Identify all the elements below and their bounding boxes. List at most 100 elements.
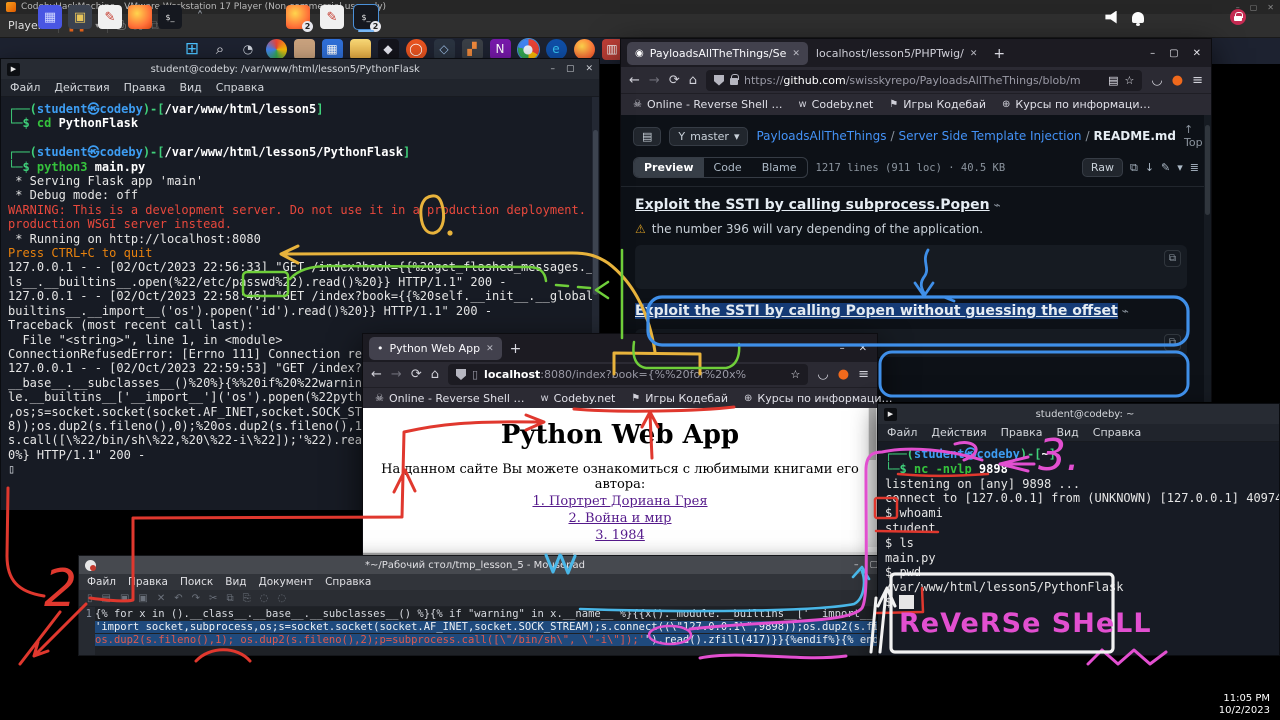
menu-item[interactable]: Документ [259, 576, 314, 588]
chrome-icon[interactable]: ● [518, 39, 539, 60]
close-doc-icon[interactable]: ✕ [157, 593, 165, 604]
colorwheel-icon[interactable] [266, 39, 287, 60]
copy-code-icon[interactable]: ⧉ [1164, 334, 1181, 351]
bookmark-star-icon[interactable]: ☆ [1125, 74, 1135, 87]
file-manager-icon[interactable]: ▣ [68, 5, 92, 29]
back-button[interactable]: ← [629, 73, 640, 88]
extension-fox-icon[interactable]: ● [1172, 73, 1183, 88]
calendar-icon[interactable]: ▦ [322, 39, 343, 60]
speedtest-icon[interactable]: ◔ [238, 39, 259, 60]
menu-item[interactable]: Вид [1056, 426, 1078, 439]
book-link-2[interactable]: 2. Война и мир [363, 511, 877, 526]
heading-popen-no-offset[interactable]: Exploit the SSTI by calling Popen withou… [635, 303, 1118, 319]
bookmark-star-icon[interactable]: ☆ [791, 368, 801, 381]
tab-close-icon[interactable]: ✕ [792, 49, 800, 59]
menu-item[interactable]: Файл [887, 426, 917, 439]
pocket-icon[interactable]: ◡ [817, 367, 828, 382]
bookmark-item[interactable]: ⚑Игры Кодебай [631, 392, 728, 405]
terminal1-titlebar[interactable]: ▶ student@codeby: /var/www/html/lesson5/… [1, 59, 599, 79]
tab-close-icon[interactable]: ✕ [970, 49, 978, 59]
onenote-icon[interactable]: N [490, 39, 511, 60]
tab-python-web-app[interactable]: • Python Web App ✕ [369, 337, 502, 360]
save-icon[interactable]: ▣ [120, 593, 129, 604]
menu-item[interactable]: Правка [1001, 426, 1043, 439]
heading-subprocess-popen[interactable]: Exploit the SSTI by calling subprocess.P… [635, 197, 990, 213]
close-button[interactable]: ✕ [585, 64, 593, 74]
forward-button[interactable]: → [391, 367, 402, 382]
branch-selector[interactable]: Y master ▾ [669, 127, 748, 146]
bookmark-item[interactable]: wCodeby.net [540, 392, 615, 405]
menu-item[interactable]: Правка [124, 81, 166, 94]
breadcrumb-repo[interactable]: PayloadsAllTheThings [756, 129, 886, 143]
find-icon[interactable]: ◌ [260, 593, 269, 604]
new-tab-button[interactable]: + [993, 46, 1005, 62]
copy-code-icon[interactable]: ⧉ [1164, 250, 1181, 267]
edit-pencil-icon[interactable]: ✎ [1161, 161, 1170, 174]
shield-icon[interactable] [714, 75, 724, 86]
menu-item[interactable]: Правка [128, 576, 168, 588]
scrollbar[interactable] [1204, 115, 1211, 402]
ubuntu-icon[interactable]: ◯ [406, 39, 427, 60]
vmware-close-button[interactable]: ✕ [1267, 3, 1274, 12]
virtualbox-icon[interactable]: ◇ [434, 39, 455, 60]
menu-item[interactable]: Файл [87, 576, 116, 588]
close-button[interactable]: ✕ [1193, 48, 1201, 59]
maximize-button[interactable]: ▢ [1169, 48, 1178, 59]
book-link-3[interactable]: 3. 1984 [363, 528, 877, 543]
cut-icon[interactable]: ✂ [209, 593, 217, 604]
keepass-lock-icon[interactable] [1230, 9, 1246, 25]
menu-item[interactable]: Действия [931, 426, 986, 439]
link-icon[interactable]: ⌁ [1122, 304, 1129, 318]
sidebar-toggle-button[interactable]: ▤ [633, 127, 661, 146]
bookmark-item[interactable]: wCodeby.net [798, 98, 873, 111]
app-menu-icon[interactable]: ≡ [1192, 73, 1203, 88]
reader-view-icon[interactable]: ▤ [1108, 74, 1118, 87]
menu-item[interactable]: Справка [1093, 426, 1141, 439]
edge-icon[interactable]: e [546, 39, 567, 60]
app-menu-icon[interactable]: ≡ [858, 367, 869, 382]
menu-item[interactable]: Справка [216, 81, 264, 94]
bookmark-item[interactable]: ⊕Курсы по информаци… [744, 392, 892, 405]
new-tab-button[interactable]: + [510, 341, 522, 357]
taskbar-firefox-window[interactable]: 2 [286, 5, 310, 29]
scrollbar[interactable] [868, 408, 877, 547]
url-bar[interactable]: https://github.com/swisskyrepo/PayloadsA… [706, 70, 1142, 91]
top-link[interactable]: ↑ Top [1184, 123, 1203, 149]
explorer-icon[interactable] [350, 39, 371, 60]
firefox-launcher-icon[interactable] [128, 5, 152, 29]
workspace-switcher-icon[interactable]: ▦ [38, 5, 62, 29]
taskbar-terminal-window[interactable]: $_2 [354, 5, 378, 29]
redo-icon[interactable]: ↷ [192, 593, 200, 604]
copy-icon[interactable]: ⧉ [1130, 161, 1138, 175]
reload-button[interactable]: ⟳ [669, 73, 680, 88]
edit-caret-icon[interactable]: ▾ [1177, 161, 1183, 174]
terminal-launcher-icon[interactable]: $_ [158, 5, 182, 29]
breadcrumb-folder[interactable]: Server Side Template Injection [899, 129, 1082, 143]
url-bar[interactable]: ▯ localhost:8080/index?book={%%20for%20x… [448, 364, 808, 385]
tab-payloadsallthethings[interactable]: ◉ PayloadsAllTheThings/Se ✕ [627, 42, 808, 65]
mousepad-launcher-icon[interactable]: ✎ [98, 5, 122, 29]
reload-button[interactable]: ⟳ [411, 367, 422, 382]
new-file-icon[interactable]: ▯ [87, 593, 93, 604]
shield-icon[interactable] [456, 369, 466, 380]
copy-icon[interactable]: ⧉ [226, 593, 233, 604]
book-link-1[interactable]: 1. Портрет Дориана Грея [363, 494, 877, 509]
download-icon[interactable]: ↓ [1145, 161, 1154, 174]
open-file-icon[interactable]: ▤ [102, 593, 111, 604]
taskbar-mousepad-window[interactable]: ✎ [320, 5, 344, 29]
portrait-icon[interactable] [294, 39, 315, 60]
menu-item[interactable]: Файл [10, 81, 40, 94]
minimize-button[interactable]: – [1150, 48, 1155, 59]
mousepad-titlebar[interactable]: *~/Рабочий стол/tmp_lesson_5 - Mousepad … [79, 556, 884, 574]
forward-button[interactable]: → [649, 73, 660, 88]
mousepad-editor[interactable]: 1 {% for x in ().__class__.__base__.__su… [79, 607, 884, 655]
editor-text[interactable]: {% for x in ().__class__.__base__.__subc… [95, 607, 884, 655]
launcher-expand-icon[interactable]: ˄ [188, 5, 212, 29]
tab-preview[interactable]: Preview [634, 158, 704, 177]
code-block-subprocess[interactable]: ⧉ {{''.__class__.mro()[1].__subclasses__… [635, 245, 1187, 289]
tab-localhost-phptwig[interactable]: localhost/lesson5/PHPTwig/ ✕ [808, 42, 986, 65]
bookmark-item[interactable]: ☠Online - Reverse Shell … [633, 98, 782, 111]
bookmark-item[interactable]: ⚑Игры Кодебай [889, 98, 986, 111]
vmware-maximize-button[interactable]: ▢ [1250, 3, 1258, 12]
save-as-icon[interactable]: ▣ [138, 593, 147, 604]
